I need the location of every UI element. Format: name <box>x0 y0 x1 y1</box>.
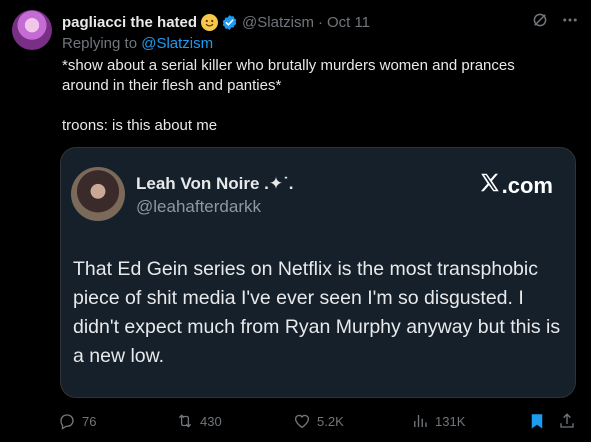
tweet-date[interactable]: Oct 11 <box>327 14 370 31</box>
repost-icon <box>176 412 194 430</box>
author-avatar[interactable] <box>12 10 52 50</box>
heart-icon <box>293 412 311 430</box>
repost-count: 430 <box>200 413 222 429</box>
tweet-text-paragraph-2: troons: is this about me <box>62 117 218 134</box>
grok-icon[interactable] <box>531 11 549 33</box>
quoted-author-handle[interactable]: @leahafterdarkk <box>136 197 261 217</box>
like-action[interactable]: 5.2K <box>293 412 344 430</box>
quoted-author-avatar[interactable] <box>71 167 125 221</box>
replying-to-label: Replying to <box>62 35 138 52</box>
tweet-text-paragraph-1: *show about a serial killer who brutally… <box>62 57 515 94</box>
reply-count: 76 <box>82 413 97 429</box>
verified-badge-icon <box>221 14 238 31</box>
repost-action[interactable]: 430 <box>176 412 222 430</box>
quoted-author-display-name[interactable]: Leah Von Noire .✦˙. <box>136 174 294 194</box>
separator-dot: · <box>317 13 323 31</box>
tweet-text: *show about a serial killer who brutally… <box>62 56 562 136</box>
header-actions <box>531 11 579 33</box>
share-action[interactable] <box>558 412 576 430</box>
share-icon <box>558 412 576 430</box>
x-logo-icon <box>479 172 501 199</box>
replying-to-line: Replying to @Slatzism <box>62 35 213 52</box>
like-count: 5.2K <box>317 413 344 429</box>
tweet-header: pagliacci the hated @Slatzism · Oct 11 <box>62 11 579 33</box>
source-label: .com <box>479 172 553 199</box>
reply-action[interactable]: 76 <box>58 412 96 430</box>
views-action[interactable]: 131K <box>411 412 465 430</box>
replying-to-handle-link[interactable]: @Slatzism <box>141 35 213 52</box>
tweet-action-bar: 76 430 5.2K 131K <box>58 410 581 432</box>
bookmark-action[interactable] <box>528 412 546 430</box>
views-count: 131K <box>435 413 466 429</box>
quoted-tweet-card[interactable]: Leah Von Noire .✦˙. @leahafterdarkk .com… <box>60 147 576 398</box>
bookmark-icon <box>528 412 546 430</box>
views-bar-chart-icon <box>411 412 429 430</box>
quoted-tweet-text: That Ed Gein series on Netflix is the mo… <box>73 258 561 367</box>
reply-icon <box>58 412 76 430</box>
more-options-icon[interactable] <box>561 11 579 33</box>
smiling-face-emoji-icon <box>201 13 219 31</box>
source-domain: .com <box>501 172 553 198</box>
author-display-name[interactable]: pagliacci the hated <box>62 14 197 31</box>
author-handle[interactable]: @Slatzism <box>242 14 314 31</box>
